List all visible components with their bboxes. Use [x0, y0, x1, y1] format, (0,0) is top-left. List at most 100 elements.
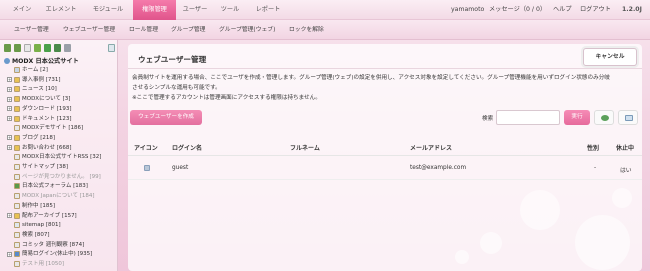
new-document-icon[interactable] [24, 44, 31, 52]
document-icon [14, 67, 20, 73]
version-label: 1.2.0J [622, 6, 642, 13]
document-icon [14, 164, 20, 170]
subnav-web-user-management[interactable]: ウェブユーザー管理 [63, 20, 115, 40]
tree-node-label: ホーム [2] [22, 67, 48, 73]
subnav-unlock[interactable]: ロックを解除 [289, 20, 324, 40]
expand-toggle-icon[interactable]: + [7, 77, 12, 83]
list-view-button[interactable] [618, 110, 638, 125]
document-icon [14, 202, 20, 209]
messages-link[interactable]: メッセージ（0 / 0） [489, 0, 546, 20]
username: yamamoto [451, 6, 485, 13]
expand-toggle-icon[interactable]: + [7, 106, 12, 112]
column-header-blocked[interactable]: 休止中 [616, 143, 634, 152]
tree-node-label: 制作中 [185] [22, 202, 56, 209]
expand-toggle-icon[interactable]: + [7, 145, 12, 151]
refresh-icon[interactable] [44, 44, 51, 52]
tree-node-label: ブログ [218] [22, 134, 56, 141]
resource-tree: MODX 日本公式サイト ホーム [2] + 導入事例 [731] + ニュース [10… [0, 40, 118, 271]
column-header-icon[interactable]: アイコン [134, 143, 158, 152]
nav-tools[interactable]: ツール [216, 0, 244, 20]
site-icon [4, 58, 10, 64]
tree-node-label: 簡易ログイン(休止中) [935] [22, 251, 93, 258]
subnav-group-management[interactable]: グループ管理 [171, 20, 205, 40]
tree-node-label: コミッタ 週刊観察 [874] [22, 241, 85, 248]
document-icon [14, 154, 20, 161]
folder-icon [14, 96, 20, 103]
tree-node-label: ニュース [10] [22, 86, 57, 93]
description-line: 会員制サイトを運用する場合、ここでユーザを作成・管理します。グループ管理(ウェブ… [132, 75, 610, 81]
divider [128, 68, 642, 69]
tree-node-label: sitemap [801] [22, 222, 61, 229]
tree-node-label: 検索 [807] [22, 231, 50, 238]
tree-node-label: お問い合わせ [668] [22, 144, 72, 151]
nav-elements[interactable]: エレメント [40, 0, 82, 20]
top-navigation: メイン エレメント モジュール 権限管理 ユーザー ツール レポート yamam… [0, 0, 650, 20]
expand-toggle-icon[interactable]: + [7, 96, 12, 102]
cancel-button[interactable]: キャンセル [583, 48, 637, 66]
tree-node-label: 導入事例 [731] [22, 76, 61, 83]
expand-toggle-icon[interactable]: + [7, 135, 12, 141]
document-icon [14, 261, 20, 267]
new-weblink-icon[interactable] [34, 44, 41, 52]
subnav-user-management[interactable]: ユーザー管理 [14, 20, 49, 40]
page-title: ウェブユーザー管理 [138, 55, 207, 64]
header-divider [128, 155, 642, 156]
help-link[interactable]: ヘルプ [553, 0, 572, 20]
document-icon [14, 193, 20, 200]
expand-all-icon[interactable] [4, 44, 11, 52]
folder-icon [14, 86, 20, 93]
tree-node-label: MODX Japanについて [184] [22, 193, 95, 200]
expand-toggle-icon[interactable]: + [7, 213, 12, 218]
tree-panel-toggle-icon[interactable] [108, 44, 115, 52]
cell-gender: - [594, 165, 597, 171]
column-header-login[interactable]: ログイン名 [172, 143, 202, 152]
tree-node-label: サイトマップ [38] [22, 164, 69, 170]
search-run-button[interactable]: 実行 [564, 110, 590, 125]
tree-node-label: 配布アーカイブ [157] [22, 212, 77, 219]
tree-node-label: ドキュメント [123] [22, 115, 72, 122]
column-header-gender[interactable]: 性別 [587, 143, 599, 152]
nav-users[interactable]: ユーザー [178, 0, 212, 20]
folder-icon [14, 76, 20, 83]
document-icon [14, 222, 20, 229]
cell-blocked: はい [620, 168, 632, 174]
tree-node-label: MODXについて [3] [22, 96, 71, 103]
folder-icon [14, 144, 20, 151]
cell-email: test@example.com [410, 165, 467, 171]
column-header-fullname[interactable]: フルネーム [290, 143, 320, 152]
document-icon [14, 183, 20, 190]
subnav-role-management[interactable]: ロール管理 [129, 20, 158, 40]
tree-root[interactable]: MODX 日本公式サイト [4, 56, 79, 65]
folder-icon [14, 115, 20, 122]
sub-navigation: ユーザー管理 ウェブユーザー管理 ロール管理 グループ管理 グループ管理(ウェブ… [0, 20, 650, 40]
search-input[interactable] [496, 110, 560, 125]
expand-toggle-icon[interactable]: + [7, 116, 12, 121]
row-divider [128, 179, 642, 180]
nav-permissions[interactable]: 権限管理 [133, 0, 176, 20]
nav-modules[interactable]: モジュール [87, 0, 129, 20]
cell-login[interactable]: guest [172, 165, 188, 171]
user-icon [144, 165, 150, 171]
folder-icon [14, 134, 20, 141]
trash-icon[interactable] [64, 44, 71, 52]
document-icon [14, 125, 20, 132]
create-web-user-button[interactable]: ウェブユーザーを作成 [130, 110, 202, 125]
nav-main[interactable]: メイン [8, 0, 36, 20]
column-header-email[interactable]: メールアドレス [410, 143, 452, 152]
search-label: 検索 [482, 116, 494, 122]
refresh-icon [601, 115, 609, 121]
list-icon [625, 115, 633, 121]
tree-node-label: テスト用 [1050] [22, 261, 65, 267]
sort-icon[interactable] [54, 44, 61, 52]
nav-reports[interactable]: レポート [249, 0, 287, 20]
reset-search-button[interactable] [594, 110, 614, 125]
tree-node-label: ページが見つかりません。 [99] [22, 173, 101, 180]
subnav-group-management-web[interactable]: グループ管理(ウェブ) [219, 20, 275, 40]
expand-toggle-icon[interactable]: + [7, 86, 12, 92]
description-line: させるシンプルな運用も可能です。 [132, 85, 221, 91]
folder-icon [14, 212, 20, 219]
document-icon [14, 231, 20, 238]
collapse-all-icon[interactable] [14, 44, 21, 52]
expand-toggle-icon[interactable]: + [7, 251, 12, 257]
logout-link[interactable]: ログアウト [580, 0, 611, 20]
